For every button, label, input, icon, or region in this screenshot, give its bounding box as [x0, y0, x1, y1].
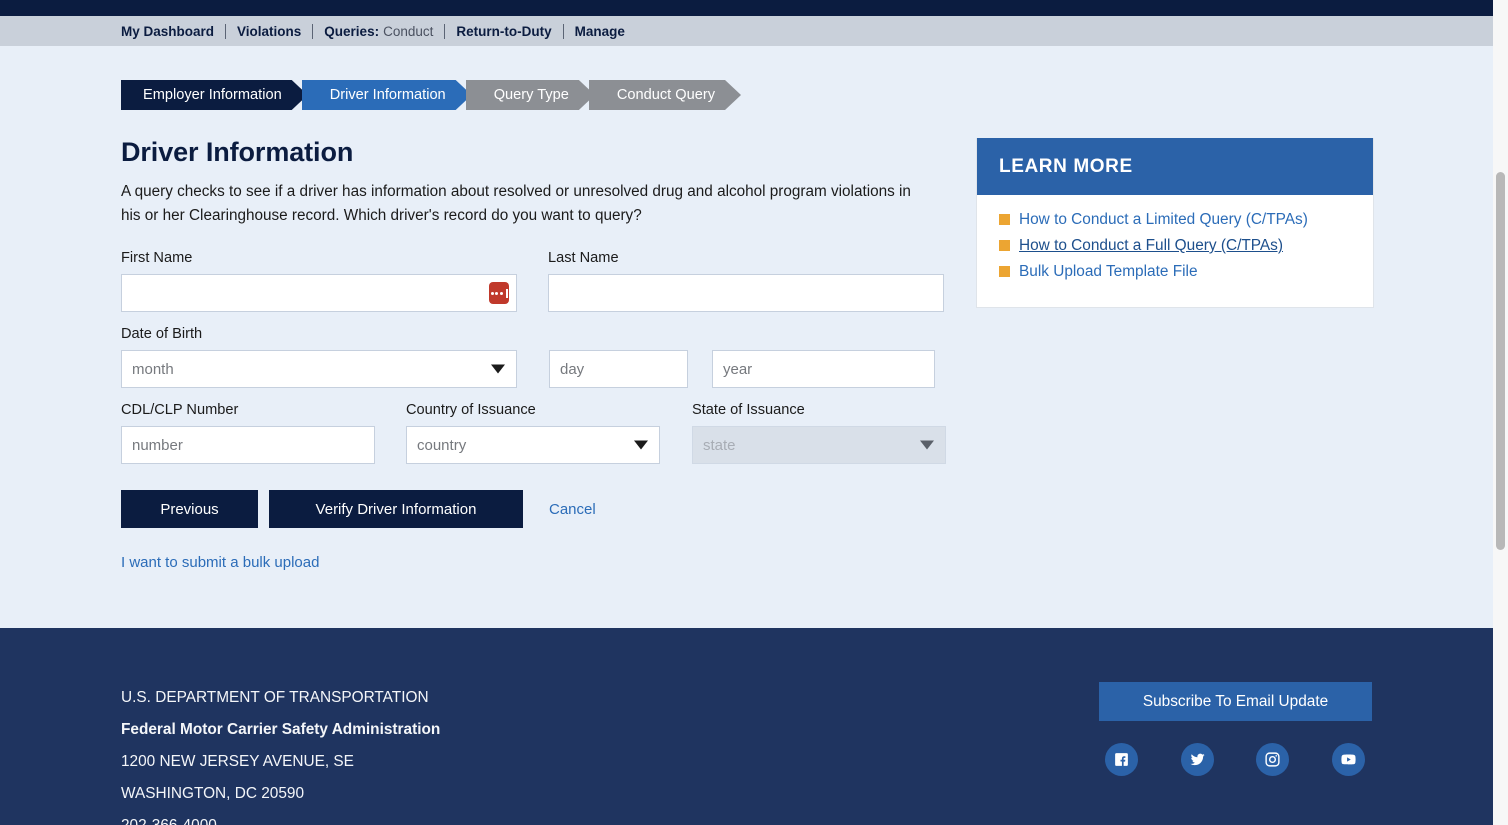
square-bullet-icon	[999, 266, 1010, 277]
learn-more-link-limited-query[interactable]: How to Conduct a Limited Query (C/TPAs)	[1019, 209, 1308, 230]
dob-month-wrap: monthJanuaryFebruaryMarchAprilMayJuneJul…	[121, 350, 517, 388]
first-name-group: First Name	[121, 250, 517, 312]
step-employer-information[interactable]: Employer Information	[121, 80, 308, 110]
subscribe-to-email-update-button[interactable]: Subscribe To Email Update	[1099, 682, 1372, 721]
nav-item-violations[interactable]: Violations	[237, 24, 301, 39]
password-manager-icon[interactable]	[489, 282, 509, 304]
learn-more-link-bulk-upload-template[interactable]: Bulk Upload Template File	[1019, 261, 1198, 282]
first-name-label: First Name	[121, 250, 193, 266]
verify-driver-information-button[interactable]: Verify Driver Information	[269, 490, 523, 528]
nav-item-my-dashboard[interactable]: My Dashboard	[121, 24, 214, 39]
dob-group: Date of Birth monthJanuaryFebruaryMarchA…	[121, 326, 935, 388]
country-of-issuance-select[interactable]: countryUnited StatesCanadaMexico	[406, 426, 660, 464]
instagram-icon[interactable]	[1256, 743, 1290, 776]
last-name-label: Last Name	[548, 250, 619, 266]
dob-day-input[interactable]	[549, 350, 688, 388]
previous-button[interactable]: Previous	[121, 490, 258, 528]
license-row: CDL/CLP Number Country of Issuance count…	[121, 402, 961, 464]
learn-more-heading: LEARN MORE	[977, 138, 1373, 195]
list-item: How to Conduct a Full Query (C/TPAs)	[999, 235, 1351, 256]
nav-list: My Dashboard Violations Queries: Conduct …	[121, 23, 625, 39]
vertical-scrollbar[interactable]	[1493, 0, 1508, 825]
social-links	[1105, 743, 1365, 776]
facebook-icon[interactable]	[1105, 743, 1138, 776]
footer-address-line-1: 1200 NEW JERSEY AVENUE, SE	[121, 753, 354, 770]
footer-actions: Subscribe To Email Update	[1099, 682, 1372, 825]
step-driver-information[interactable]: Driver Information	[302, 80, 472, 110]
learn-more-list: How to Conduct a Limited Query (C/TPAs) …	[977, 195, 1373, 307]
footer-agency: U.S. DEPARTMENT OF TRANSPORTATION	[121, 689, 429, 706]
state-of-issuance-label: State of Issuance	[692, 402, 805, 418]
page-title: Driver Information	[121, 137, 354, 167]
intro-paragraph: A query checks to see if a driver has in…	[121, 183, 911, 224]
country-of-issuance-label: Country of Issuance	[406, 402, 536, 418]
square-bullet-icon	[999, 214, 1010, 225]
first-name-input[interactable]	[121, 274, 517, 312]
step-conduct-query[interactable]: Conduct Query	[589, 80, 741, 110]
date-of-birth-label: Date of Birth	[121, 326, 203, 342]
nav-separator	[225, 23, 227, 39]
footer-address-block: U.S. DEPARTMENT OF TRANSPORTATION Federa…	[121, 682, 440, 825]
cdl-number-input[interactable]	[121, 426, 375, 464]
cdl-number-group: CDL/CLP Number	[121, 402, 375, 464]
state-select-wrap: state	[692, 426, 946, 464]
cdl-number-label: CDL/CLP Number	[121, 402, 239, 418]
sidebar: LEARN MORE How to Conduct a Limited Quer…	[976, 137, 1374, 572]
youtube-icon[interactable]	[1331, 743, 1365, 776]
dob-year-input[interactable]	[712, 350, 935, 388]
country-of-issuance-group: Country of Issuance countryUnited States…	[406, 402, 660, 464]
footer-phone: 202-366-4000	[121, 810, 440, 825]
footer-inner: U.S. DEPARTMENT OF TRANSPORTATION Federa…	[0, 628, 1493, 825]
dob-month-select[interactable]: monthJanuaryFebruaryMarchAprilMayJuneJul…	[121, 350, 517, 388]
driver-information-form: Driver Information A query checks to see…	[121, 137, 961, 572]
cancel-link[interactable]: Cancel	[549, 501, 596, 518]
nav-separator	[444, 23, 446, 39]
scrollbar-thumb[interactable]	[1496, 172, 1505, 550]
footer-administration: Federal Motor Carrier Safety Administrat…	[121, 721, 441, 738]
nav-separator	[312, 23, 314, 39]
nav-item-queries-sublabel: Conduct	[383, 23, 434, 39]
nav-item-queries-label: Queries:	[324, 23, 380, 39]
last-name-input[interactable]	[548, 274, 944, 312]
bulk-upload-link[interactable]: I want to submit a bulk upload	[121, 554, 319, 571]
square-bullet-icon	[999, 240, 1010, 251]
step-query-type[interactable]: Query Type	[466, 80, 595, 110]
primary-navigation: My Dashboard Violations Queries: Conduct …	[0, 16, 1493, 46]
nav-item-queries[interactable]: Queries: Conduct	[324, 24, 433, 39]
date-of-birth-row: Date of Birth monthJanuaryFebruaryMarchA…	[121, 326, 961, 388]
browser-viewport: My Dashboard Violations Queries: Conduct …	[0, 0, 1508, 825]
state-of-issuance-group: State of Issuance state	[692, 402, 946, 464]
nav-separator	[562, 23, 564, 39]
last-name-group: Last Name	[548, 250, 944, 312]
nav-item-return-to-duty[interactable]: Return-to-Duty	[456, 24, 551, 39]
first-name-input-wrap	[121, 274, 517, 312]
progress-stepper: Employer Information Driver Information …	[121, 80, 1493, 110]
country-select-wrap: countryUnited StatesCanadaMexico	[406, 426, 660, 464]
password-manager-glyph	[490, 288, 508, 298]
twitter-icon[interactable]	[1180, 743, 1214, 776]
top-dark-strip	[0, 0, 1493, 16]
nav-item-manage[interactable]: Manage	[575, 24, 625, 39]
form-actions: Previous Verify Driver Information Cance…	[121, 490, 961, 528]
state-of-issuance-select: state	[692, 426, 946, 464]
learn-more-link-full-query[interactable]: How to Conduct a Full Query (C/TPAs)	[1019, 235, 1283, 256]
page-root: My Dashboard Violations Queries: Conduct …	[0, 0, 1493, 825]
footer-address-line-2: WASHINGTON, DC 20590	[121, 785, 305, 802]
list-item: How to Conduct a Limited Query (C/TPAs)	[999, 209, 1351, 230]
site-footer: U.S. DEPARTMENT OF TRANSPORTATION Federa…	[0, 628, 1493, 825]
main-content: Driver Information A query checks to see…	[0, 110, 1493, 572]
name-row: First Name Last Name	[121, 250, 961, 312]
learn-more-card: LEARN MORE How to Conduct a Limited Quer…	[976, 138, 1374, 308]
list-item: Bulk Upload Template File	[999, 261, 1351, 282]
